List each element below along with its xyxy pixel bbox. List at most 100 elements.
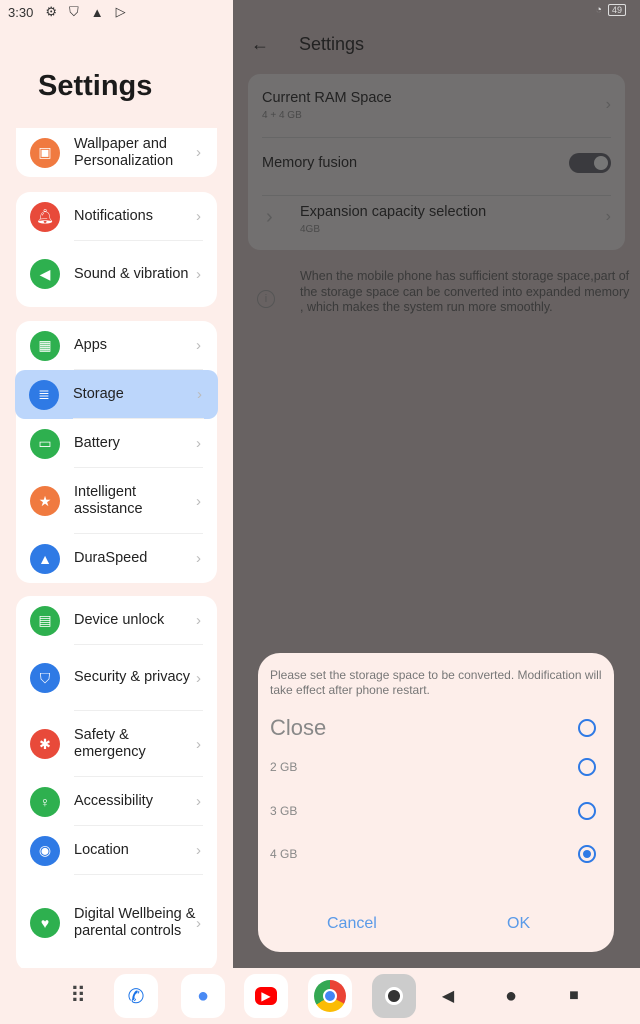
sidebar-item-intelligent-assistance[interactable]: ★ Intelligent assistance › xyxy=(16,468,217,534)
option-close[interactable]: Close xyxy=(270,715,596,741)
play-store-icon: ▷ xyxy=(115,4,126,19)
memory-fusion-toggle[interactable] xyxy=(569,153,611,173)
sidebar-item-device-unlock[interactable]: ▤ Device unlock › xyxy=(16,596,217,645)
home-nav-icon[interactable]: ● xyxy=(489,974,533,1018)
sidebar-item-notifications[interactable]: 🔔︎ Notifications › xyxy=(16,192,217,241)
chevron-right-icon: › xyxy=(196,550,201,567)
star-icon: ★ xyxy=(30,486,60,516)
sidebar-item-safety-emergency[interactable]: ✱ Safety & emergency › xyxy=(16,711,217,777)
info-text: When the mobile phone has sufficient sto… xyxy=(300,269,630,314)
messages-app-icon[interactable]: ● xyxy=(181,974,225,1018)
warning-icon: ▲ xyxy=(90,4,104,20)
settings-sidebar: 3:30 ⚙ ⛉ ▲ ▷ Settings ▣ Wallpaper and Per… xyxy=(0,0,233,971)
youtube-app-icon[interactable]: ▶ xyxy=(244,974,288,1018)
sidebar-item-duraspeed[interactable]: ▲ DuraSpeed › xyxy=(16,534,217,583)
chevron-right-icon: › xyxy=(605,208,611,225)
info-icon: i xyxy=(257,290,275,308)
current-ram-row[interactable]: Current RAM Space 4 + 4 GB › xyxy=(262,90,611,138)
battery-icon: ▭ xyxy=(30,428,60,459)
back-arrow-icon[interactable]: ← xyxy=(251,34,269,55)
sidebar-item-label: Digital Wellbeing & parental controls xyxy=(74,906,196,939)
radio-button[interactable] xyxy=(578,802,596,820)
sidebar-item-battery[interactable]: ▭ Battery › xyxy=(16,419,217,468)
accessibility-icon: ♀ xyxy=(30,786,60,817)
wellbeing-icon: ♥ xyxy=(30,908,60,938)
chrome-app-icon[interactable] xyxy=(308,974,352,1018)
sidebar-item-label: DuraSpeed xyxy=(74,550,148,566)
clock: 3:30 xyxy=(8,4,34,20)
radio-button[interactable] xyxy=(578,758,596,776)
chevron-right-icon: › xyxy=(196,208,201,225)
chevron-right-icon: › xyxy=(197,386,202,403)
sidebar-item-security-privacy[interactable]: ⛉ Security & privacy › xyxy=(16,645,217,711)
status-bar: 3:30 ⚙ ⛉ ▲ ▷ xyxy=(8,4,126,20)
sidebar-item-apps[interactable]: ▦ Apps › xyxy=(16,321,217,370)
chevron-right-icon: › xyxy=(196,669,201,687)
radio-button[interactable] xyxy=(578,719,596,737)
sidebar-item-label: Location xyxy=(74,826,203,875)
chevron-right-icon: › xyxy=(196,435,201,452)
settings-group: ▦ Apps › ≣ Storage › ▭ Battery › ★ Intelligent ass… xyxy=(15,321,218,583)
camera-app-icon[interactable] xyxy=(372,974,416,1018)
chevron-right-icon: › xyxy=(196,337,201,354)
sidebar-item-location[interactable]: ◉ Location › xyxy=(16,826,217,875)
chevron-right-icon: › xyxy=(605,96,611,113)
memory-fusion-row[interactable]: Memory fusion xyxy=(262,138,611,196)
back-nav-icon[interactable]: ◀ xyxy=(426,974,470,1018)
sidebar-item-label: Wallpaper and Personalization xyxy=(74,135,174,169)
wifi-icon: ◔ xyxy=(595,4,602,16)
sidebar-item-accessibility[interactable]: ♀ Accessibility › xyxy=(16,777,217,826)
recents-nav-icon[interactable]: ■ xyxy=(552,974,596,1018)
speaker-icon: ◀ xyxy=(30,259,60,289)
dialog-message: Please set the storage space to be conve… xyxy=(270,668,602,697)
settings-group: 🔔︎ Notifications › ◀ Sound & vibration › xyxy=(16,192,217,307)
shield-icon: ⛉ xyxy=(30,663,60,693)
chevron-right-icon: › xyxy=(196,735,201,753)
sidebar-item-label: Security & privacy xyxy=(74,645,203,711)
chevron-right-icon: › xyxy=(196,265,201,283)
app-drawer-icon[interactable]: ⠿ xyxy=(56,974,100,1018)
storage-conversion-dialog: Please set the storage space to be conve… xyxy=(258,653,614,952)
settings-group: ▤ Device unlock › ⛉ Security & privacy › ✱ Safe… xyxy=(16,596,217,971)
sidebar-item-label: Intelligent assistance xyxy=(74,468,203,534)
lock-icon: ▤ xyxy=(30,605,60,636)
chevron-right-icon: › xyxy=(196,793,201,810)
radio-button[interactable] xyxy=(578,845,596,863)
memory-card: Current RAM Space 4 + 4 GB › Memory fusi… xyxy=(248,74,625,250)
sidebar-item-label: Accessibility xyxy=(74,777,203,826)
option-3gb[interactable]: 3 GB xyxy=(270,802,596,820)
apps-grid-icon: ▦ xyxy=(30,330,60,361)
page-title: Settings xyxy=(38,70,153,102)
battery-indicator: 49 xyxy=(607,4,626,16)
panel-title: Settings xyxy=(299,34,365,54)
taskbar: ⠿ ✆ ● ▶ ◀ ● ■ xyxy=(0,968,640,1024)
gear-icon: ⚙ xyxy=(45,4,57,19)
chevron-right-icon: › xyxy=(196,144,201,161)
wallpaper-icon: ▣ xyxy=(30,137,60,168)
asterisk-icon: ✱ xyxy=(30,729,60,759)
cancel-button[interactable]: Cancel xyxy=(327,915,377,933)
phone-app-icon[interactable]: ✆ xyxy=(114,974,158,1018)
option-2gb[interactable]: 2 GB xyxy=(270,758,596,776)
option-4gb[interactable]: 4 GB xyxy=(270,845,596,863)
storage-icon: ≣ xyxy=(29,379,59,410)
shield-icon: ⛉ xyxy=(68,4,79,19)
sidebar-item-label: Storage xyxy=(73,370,204,419)
sidebar-item-wallpaper-and-personalization[interactable]: ▣ Wallpaper and Personalization › xyxy=(16,128,217,177)
sidebar-item-label: Safety & emergency xyxy=(74,711,203,777)
sidebar-item-label: Notifications xyxy=(74,192,203,241)
sidebar-item-digital-wellbeing-parental-controls[interactable]: ♥ Digital Wellbeing & parental controls › xyxy=(16,875,217,971)
expansion-capacity-row[interactable]: › Expansion capacity selection 4GB › xyxy=(262,196,611,250)
sidebar-item-label: Device unlock xyxy=(74,596,203,645)
sidebar-item-label: Apps xyxy=(74,321,203,370)
ok-button[interactable]: OK xyxy=(507,915,530,933)
bell-icon: 🔔︎ xyxy=(30,201,60,232)
settings-group: ▣ Wallpaper and Personalization › xyxy=(16,128,217,177)
sidebar-item-sound-vibration[interactable]: ◀ Sound & vibration › xyxy=(16,241,217,307)
chevron-right-icon: › xyxy=(196,612,201,629)
chevron-right-icon: › xyxy=(196,914,201,932)
chevron-right-icon: › xyxy=(266,206,273,228)
sidebar-item-storage[interactable]: ≣ Storage › xyxy=(15,370,218,419)
chevron-right-icon: › xyxy=(196,842,201,859)
rocket-icon: ▲ xyxy=(30,543,60,574)
